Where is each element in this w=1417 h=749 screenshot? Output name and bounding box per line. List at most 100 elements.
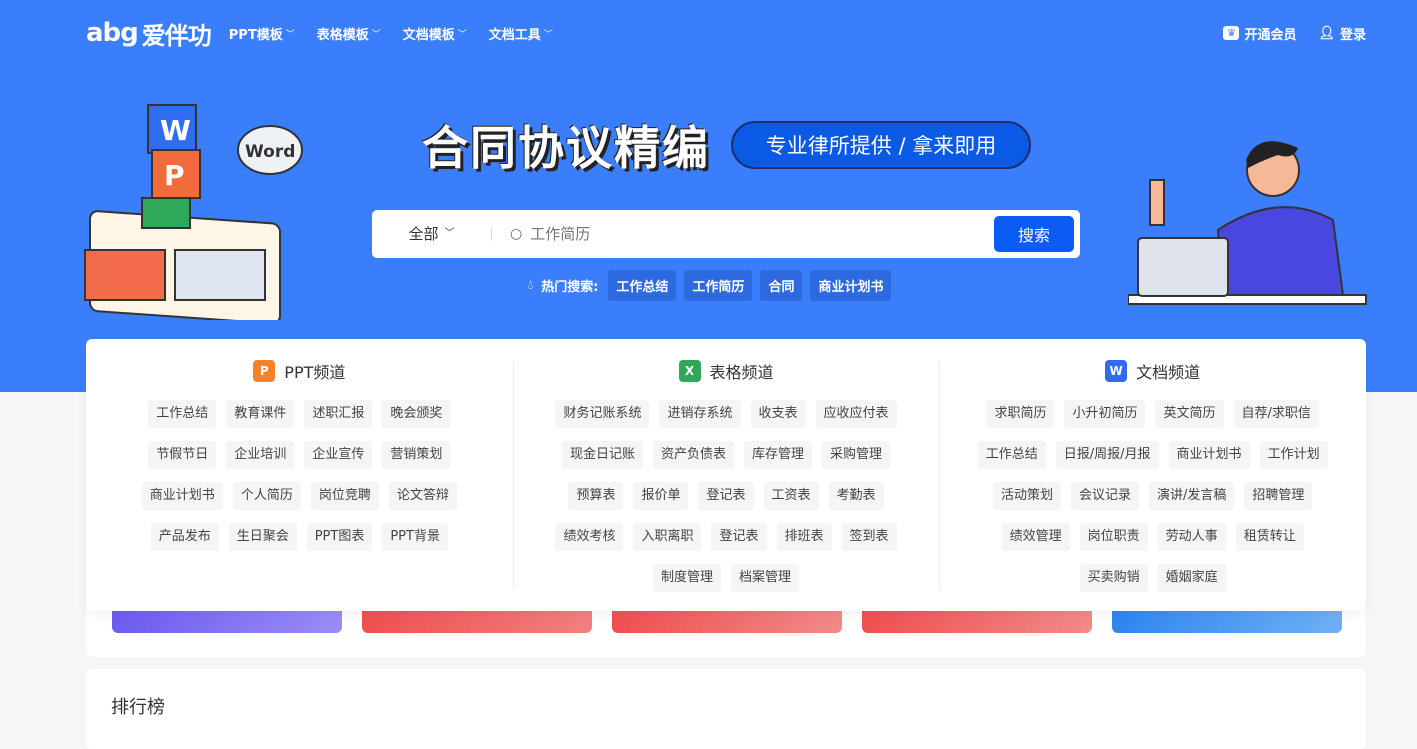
sheet-channel: X表格频道 财务记账系统进销存系统收支表应收应付表现金日记账资产负债表库存管理采… bbox=[513, 339, 940, 611]
channel-heading[interactable]: PPPT频道 bbox=[253, 359, 345, 383]
search-button[interactable]: 搜索 bbox=[994, 216, 1074, 252]
channel-tag[interactable]: 晚会颁奖 bbox=[382, 400, 450, 428]
channel-tag[interactable]: 报价单 bbox=[633, 482, 688, 510]
channel-tag[interactable]: 自荐/求职信 bbox=[1234, 400, 1319, 428]
hero-subtitle: 专业律所提供 / 拿来即用 bbox=[731, 121, 1031, 169]
channel-tag[interactable]: 商业计划书 bbox=[142, 482, 223, 510]
channel-tag[interactable]: 企业培训 bbox=[226, 441, 294, 469]
search-bar: 全部﹀ ○ 搜索 bbox=[372, 210, 1080, 258]
channel-tag[interactable]: 教育课件 bbox=[226, 400, 294, 428]
channel-tag[interactable]: PPT背景 bbox=[382, 523, 448, 551]
top-nav: abg爱伴功 PPT模板﹀ 表格模板﹀ 文档模板﹀ 文档工具﹀ ♛开通会员 👤︎… bbox=[86, 18, 1366, 48]
channel-tag[interactable]: 现金日记账 bbox=[562, 441, 643, 469]
channel-tag[interactable]: 招聘管理 bbox=[1244, 482, 1312, 510]
channel-tag[interactable]: 绩效管理 bbox=[1002, 523, 1070, 551]
channel-tag[interactable]: 述职汇报 bbox=[304, 400, 372, 428]
channel-tag[interactable]: 登记表 bbox=[698, 482, 753, 510]
channel-tag[interactable]: 收支表 bbox=[751, 400, 806, 428]
hot-label: 热门搜索: bbox=[541, 276, 598, 295]
channel-tag[interactable]: 企业宣传 bbox=[304, 441, 372, 469]
channel-tag[interactable]: 考勤表 bbox=[829, 482, 884, 510]
channel-tag[interactable]: 岗位竞聘 bbox=[311, 482, 379, 510]
login-button[interactable]: 👤︎登录 bbox=[1318, 24, 1366, 43]
channel-tag[interactable]: 采购管理 bbox=[822, 441, 890, 469]
ppt-channel: PPPT频道 工作总结教育课件述职汇报晚会颁奖节假节日企业培训企业宣传营销策划商… bbox=[86, 339, 513, 611]
channel-tag[interactable]: 进销存系统 bbox=[659, 400, 740, 428]
channel-tag[interactable]: 档案管理 bbox=[731, 564, 799, 592]
office-illustration: W P Word bbox=[80, 100, 330, 320]
channel-tag[interactable]: 活动策划 bbox=[993, 482, 1061, 510]
word-bubble-text: Word bbox=[245, 142, 295, 162]
chevron-down-icon: ﹀ bbox=[544, 27, 553, 40]
channel-tag[interactable]: 营销策划 bbox=[382, 441, 450, 469]
channel-tag[interactable]: 会议记录 bbox=[1071, 482, 1139, 510]
channel-tag[interactable]: 英文简历 bbox=[1155, 400, 1223, 428]
nav-label: PPT模板 bbox=[229, 24, 283, 43]
channel-tag[interactable]: 预算表 bbox=[568, 482, 623, 510]
hero-title: 合同协议精编 bbox=[422, 112, 710, 178]
channel-tag[interactable]: 入职离职 bbox=[633, 523, 701, 551]
channel-tag[interactable]: 库存管理 bbox=[744, 441, 812, 469]
channel-tag[interactable]: 绩效考核 bbox=[555, 523, 623, 551]
hero-banner: abg爱伴功 PPT模板﹀ 表格模板﹀ 文档模板﹀ 文档工具﹀ ♛开通会员 👤︎… bbox=[0, 0, 1417, 392]
scope-label: 全部 bbox=[408, 227, 438, 241]
logo[interactable]: abg爱伴功 bbox=[86, 16, 211, 51]
search-input[interactable] bbox=[522, 225, 994, 243]
channels-panel: PPPT频道 工作总结教育课件述职汇报晚会颁奖节假节日企业培训企业宣传营销策划商… bbox=[86, 339, 1366, 611]
nav-label: 表格模板 bbox=[317, 24, 369, 43]
channel-tag[interactable]: 演讲/发言稿 bbox=[1149, 482, 1234, 510]
channel-tag[interactable]: 论文答辩 bbox=[389, 482, 457, 510]
doc-channel: W文档频道 求职简历小升初简历英文简历自荐/求职信工作总结日报/周报/月报商业计… bbox=[939, 339, 1366, 611]
chevron-down-icon: ﹀ bbox=[445, 227, 455, 241]
channel-title: 文档频道 bbox=[1136, 359, 1200, 383]
channel-tag[interactable]: 财务记账系统 bbox=[555, 400, 649, 428]
channel-tag[interactable]: 工作总结 bbox=[148, 400, 216, 428]
channel-heading[interactable]: W文档频道 bbox=[1105, 359, 1200, 383]
hot-tag[interactable]: 合同 bbox=[760, 270, 802, 301]
channel-tag[interactable]: 劳动人事 bbox=[1158, 523, 1226, 551]
hot-searches: 💧︎ 热门搜索: 工作总结 工作简历 合同 商业计划书 bbox=[528, 270, 891, 301]
channel-tag[interactable]: 排班表 bbox=[777, 523, 832, 551]
search-scope-select[interactable]: 全部 ﹀ bbox=[372, 227, 492, 241]
channel-tag[interactable]: 签到表 bbox=[842, 523, 897, 551]
channel-tag[interactable]: 商业计划书 bbox=[1169, 441, 1250, 469]
channel-tag[interactable]: 工资表 bbox=[764, 482, 819, 510]
channel-tag[interactable]: 买卖购销 bbox=[1080, 564, 1148, 592]
channel-tag[interactable]: 租赁转让 bbox=[1236, 523, 1304, 551]
chevron-down-icon: ﹀ bbox=[286, 27, 295, 40]
channel-tag[interactable]: 登记表 bbox=[711, 523, 766, 551]
channel-tag[interactable]: 应收应付表 bbox=[816, 400, 897, 428]
vip-button[interactable]: ♛开通会员 bbox=[1223, 24, 1296, 43]
channel-tag[interactable]: 节假节日 bbox=[148, 441, 216, 469]
logo-text: 爱伴功 bbox=[142, 16, 211, 51]
channel-tag[interactable]: 工作总结 bbox=[978, 441, 1046, 469]
channel-tag[interactable]: 婚姻家庭 bbox=[1158, 564, 1226, 592]
channel-tag[interactable]: 岗位职责 bbox=[1080, 523, 1148, 551]
nav-sheet-templates[interactable]: 表格模板﹀ bbox=[317, 24, 381, 43]
channel-tag[interactable]: 个人简历 bbox=[233, 482, 301, 510]
svg-text:P: P bbox=[164, 159, 185, 192]
ranking-section: 排行榜 bbox=[86, 669, 1366, 749]
channel-tag[interactable]: 资产负债表 bbox=[653, 441, 734, 469]
channel-tag[interactable]: 求职简历 bbox=[986, 400, 1054, 428]
nav-ppt-templates[interactable]: PPT模板﹀ bbox=[229, 24, 295, 43]
channel-tag[interactable]: 产品发布 bbox=[151, 523, 219, 551]
channel-heading[interactable]: X表格频道 bbox=[679, 359, 774, 383]
chevron-down-icon: ﹀ bbox=[458, 27, 467, 40]
hot-tag[interactable]: 工作简历 bbox=[684, 270, 752, 301]
hot-tag[interactable]: 商业计划书 bbox=[810, 270, 891, 301]
channel-tag[interactable]: 生日聚会 bbox=[229, 523, 297, 551]
channel-tag[interactable]: PPT图表 bbox=[307, 523, 373, 551]
login-label: 登录 bbox=[1340, 24, 1366, 43]
logo-mark: abg bbox=[86, 18, 138, 48]
hot-tag[interactable]: 工作总结 bbox=[608, 270, 676, 301]
channel-tag[interactable]: 制度管理 bbox=[653, 564, 721, 592]
channel-tag[interactable]: 小升初简历 bbox=[1064, 400, 1145, 428]
nav-doc-templates[interactable]: 文档模板﹀ bbox=[403, 24, 467, 43]
nav-label: 文档工具 bbox=[489, 24, 541, 43]
channel-tag[interactable]: 工作计划 bbox=[1260, 441, 1328, 469]
tag-list: 财务记账系统进销存系统收支表应收应付表现金日记账资产负债表库存管理采购管理预算表… bbox=[541, 400, 911, 592]
channel-tag[interactable]: 日报/周报/月报 bbox=[1056, 441, 1159, 469]
nav-doc-tools[interactable]: 文档工具﹀ bbox=[489, 24, 553, 43]
tag-list: 求职简历小升初简历英文简历自荐/求职信工作总结日报/周报/月报商业计划书工作计划… bbox=[965, 400, 1340, 592]
